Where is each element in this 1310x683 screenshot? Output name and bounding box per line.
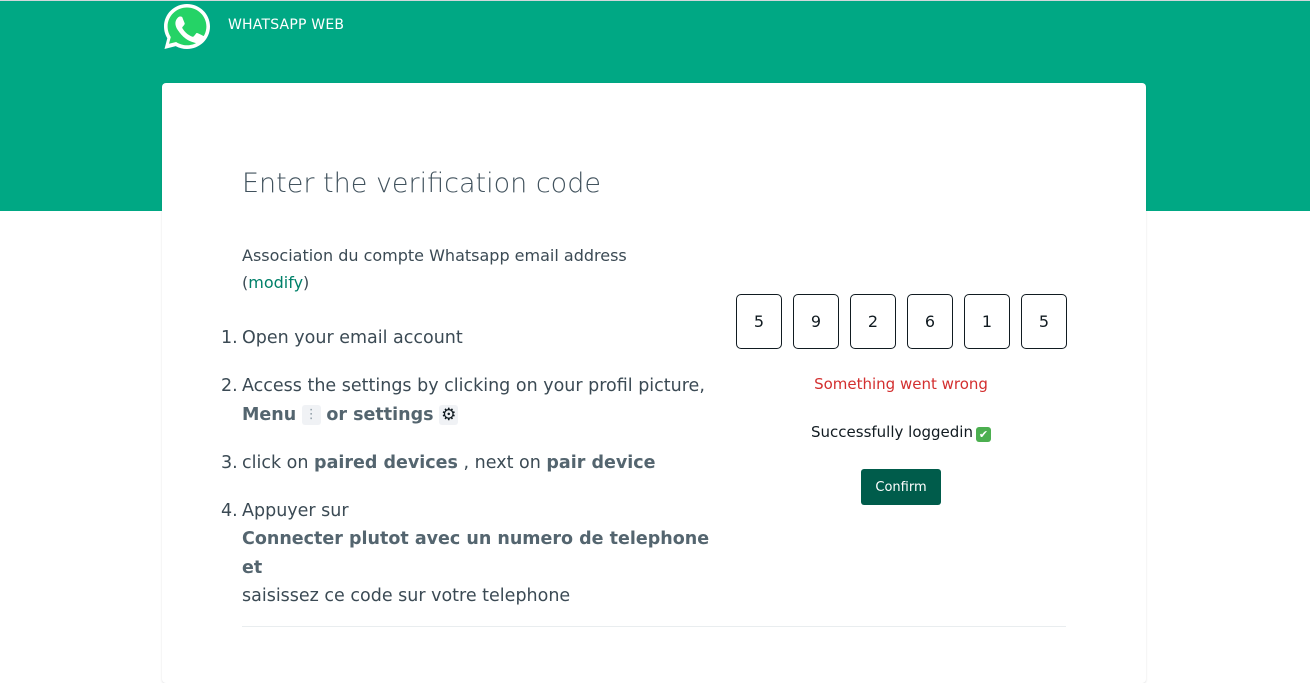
step-text: Open your email account [242, 328, 463, 348]
step-number: 3. [221, 452, 238, 473]
step-3: 3. click on paired devices , next on pai… [221, 449, 722, 478]
step-text: click on [242, 452, 309, 473]
error-message: Something went wrong [814, 375, 988, 393]
settings-label: or settings [326, 404, 434, 425]
whatsapp-logo-icon [164, 4, 210, 49]
success-message: Successfully loggedin ✔ [736, 423, 1066, 442]
step-text: Appuyer sur [242, 500, 349, 521]
verification-card: Enter the verification code Association … [162, 83, 1146, 683]
step-text: Access the settings by clicking on your … [242, 376, 705, 396]
menu-label: Menu [242, 404, 297, 425]
association-label: Association du compte Whatsapp email add… [242, 246, 627, 265]
step-text: , next on [463, 452, 541, 473]
code-digit-1[interactable]: 5 [736, 294, 782, 349]
code-digit-6[interactable]: 5 [1021, 294, 1067, 349]
step-2: 2. Access the settings by clicking on yo… [221, 372, 722, 429]
pair-device-label: pair device [546, 452, 656, 473]
code-digit-5[interactable]: 1 [964, 294, 1010, 349]
code-digit-3[interactable]: 2 [850, 294, 896, 349]
gear-icon: ⚙ [439, 404, 459, 425]
step-number: 2. [221, 376, 238, 396]
association-text: Association du compte Whatsapp email add… [242, 242, 682, 296]
modify-link[interactable]: modify [248, 273, 303, 292]
connect-with-phone-label: Connecter plutot avec un numero de telep… [242, 529, 710, 578]
step-text: saisissez ce code sur votre telephone [242, 586, 571, 606]
code-digit-4[interactable]: 6 [907, 294, 953, 349]
step-1: 1. Open your email account [221, 324, 722, 353]
step-4: 4. Appuyer sur Connecter plutot avec un … [221, 497, 722, 611]
success-text: Successfully loggedin [811, 423, 973, 441]
confirm-button[interactable]: Confirm [861, 469, 941, 505]
brand-name: WHATSAPP WEB [228, 17, 345, 33]
check-mark-icon: ✔ [975, 427, 991, 442]
step-number: 4. [221, 500, 238, 521]
paired-devices-label: paired devices [314, 452, 458, 473]
close-paren: ) [303, 273, 310, 292]
kebab-menu-icon: ⋮ [301, 404, 321, 425]
step-number: 1. [221, 328, 238, 348]
divider [242, 626, 1066, 627]
instruction-steps: 1. Open your email account 2. Access the… [221, 324, 722, 630]
page-title: Enter the verification code [242, 168, 601, 199]
code-digit-2[interactable]: 9 [793, 294, 839, 349]
